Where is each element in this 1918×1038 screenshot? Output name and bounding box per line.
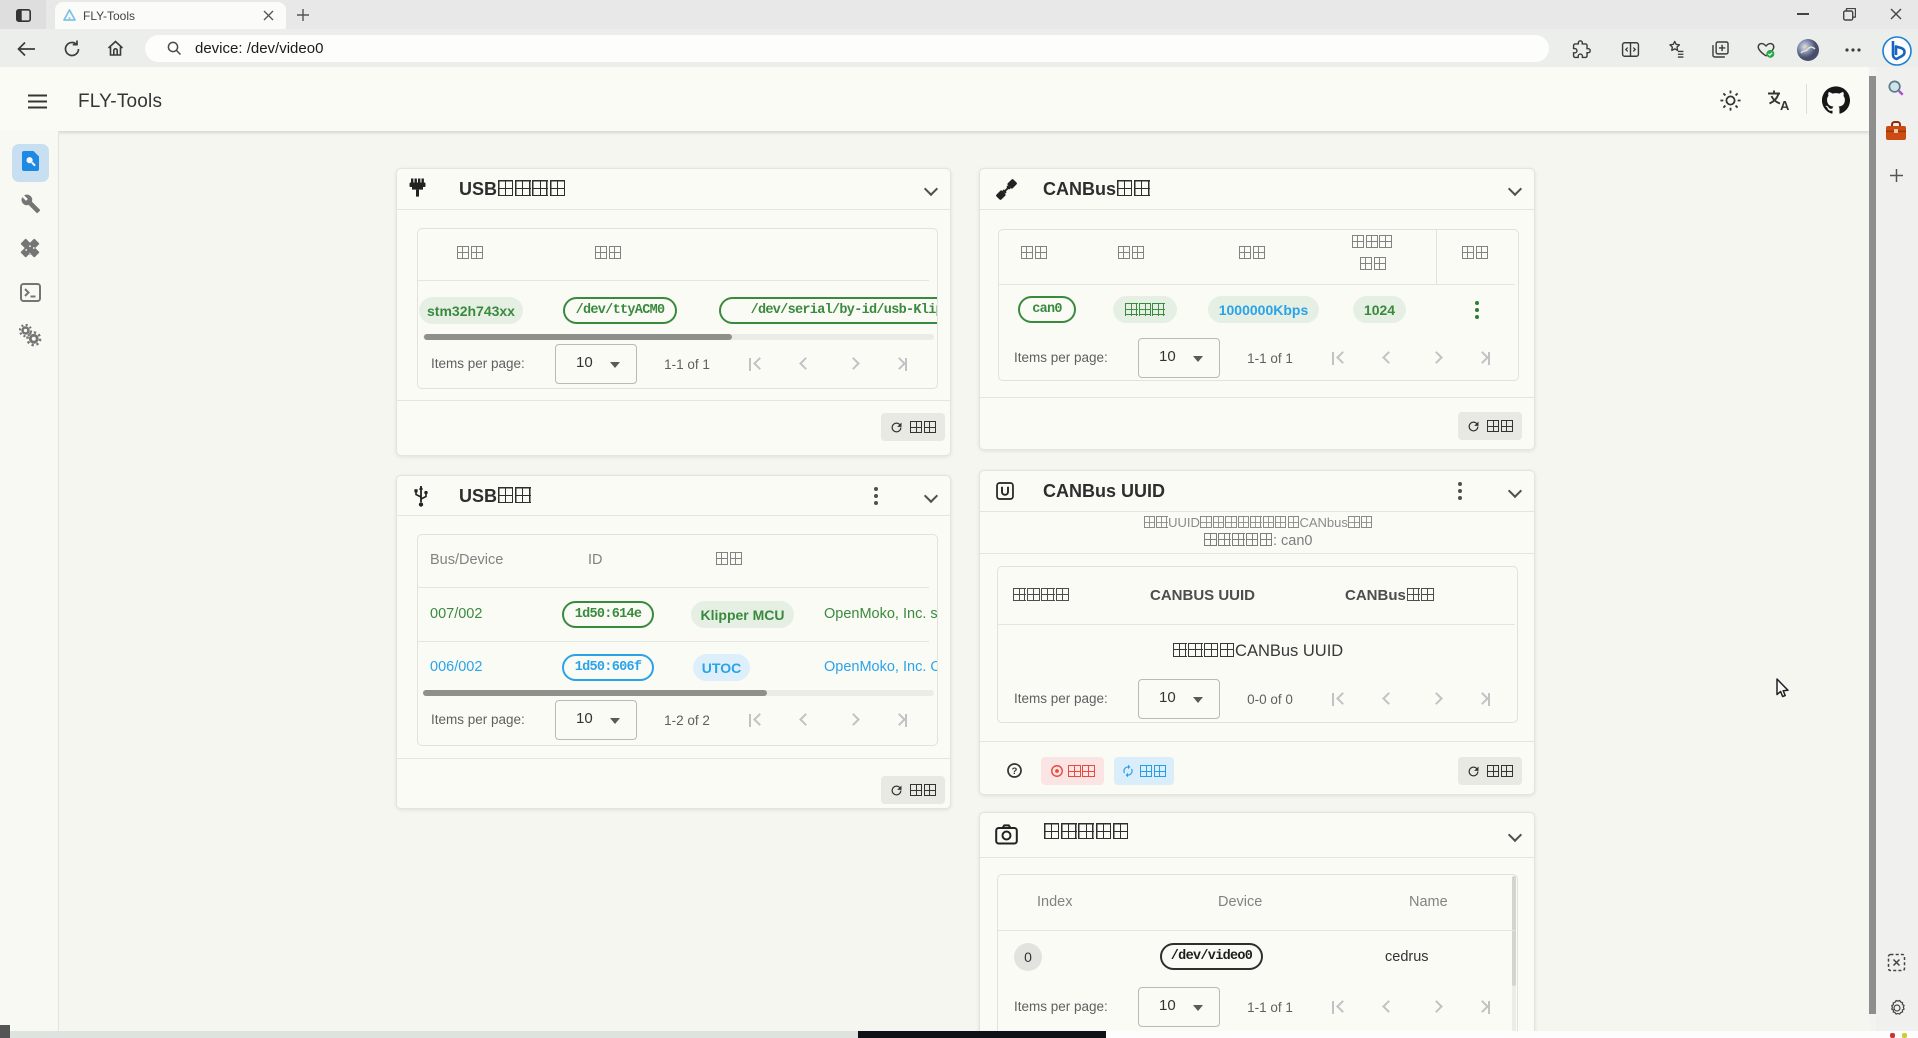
svg-text:A: A [1780,98,1790,112]
svg-text:?: ? [1012,766,1018,777]
